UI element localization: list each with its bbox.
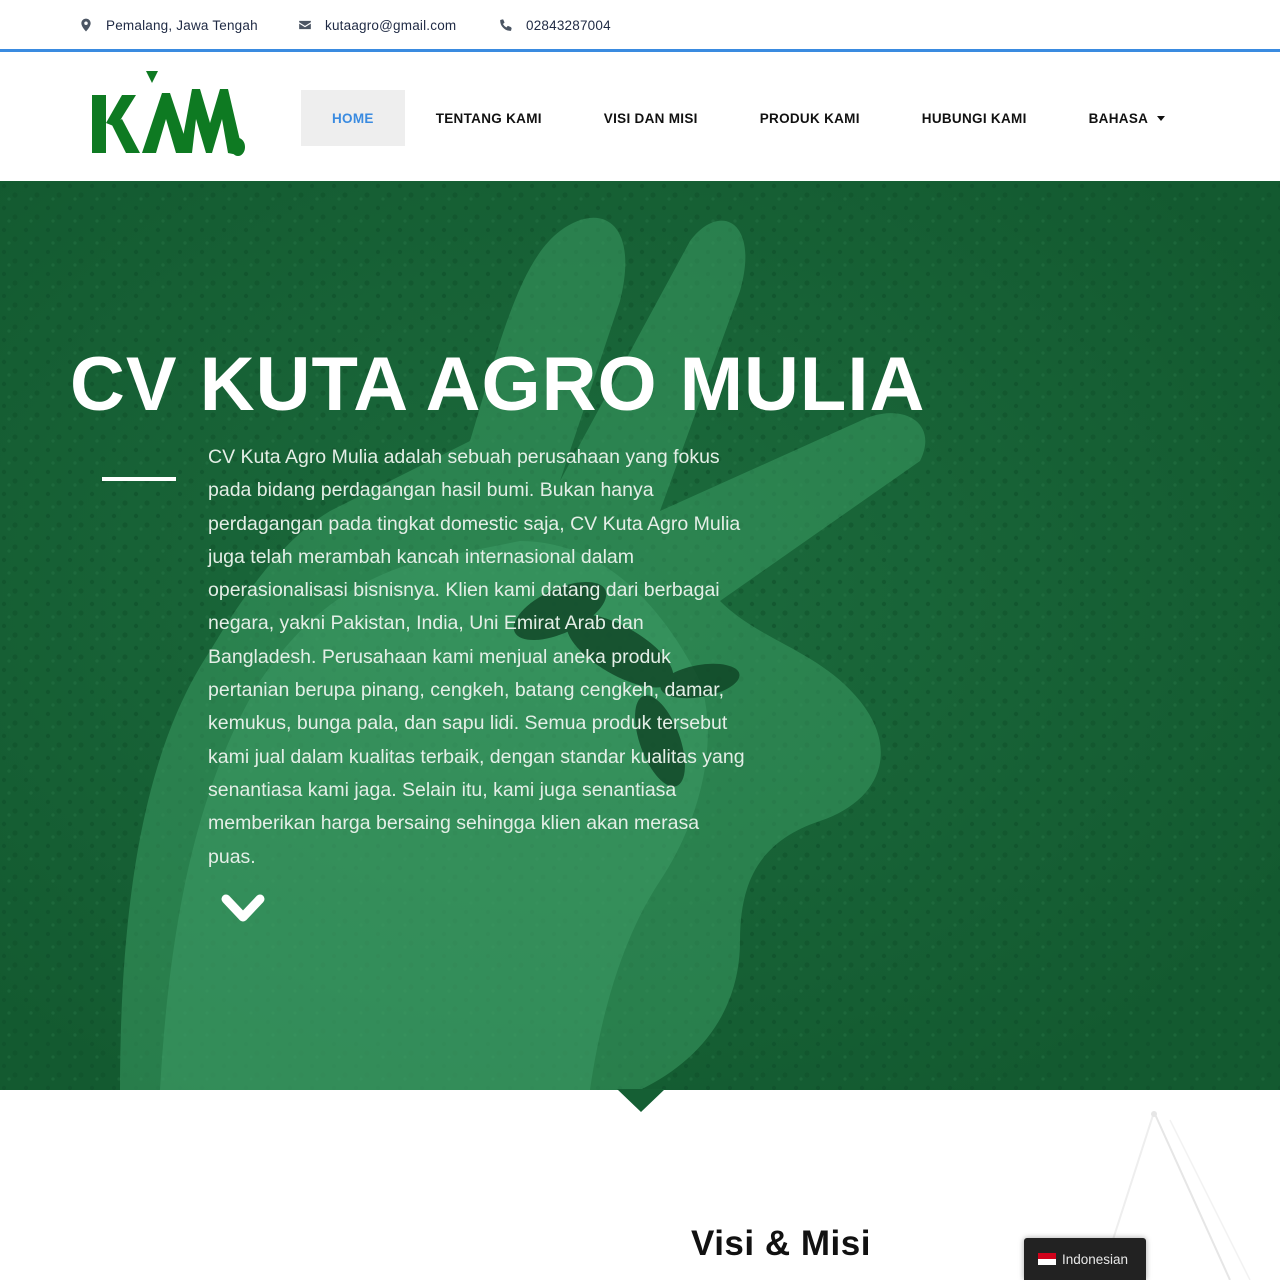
main-nav: HOME TENTANG KAMI VISI DAN MISI PRODUK K… bbox=[301, 90, 1196, 146]
hero-bottom-notch bbox=[617, 1089, 665, 1112]
language-label: Indonesian bbox=[1062, 1251, 1129, 1267]
phone-text[interactable]: 02843287004 bbox=[526, 18, 611, 33]
site-header: HOME TENTANG KAMI VISI DAN MISI PRODUK K… bbox=[0, 55, 1280, 181]
nav-visi-dan-misi[interactable]: VISI DAN MISI bbox=[573, 90, 729, 146]
nav-tentang-kami[interactable]: TENTANG KAMI bbox=[405, 90, 573, 146]
nav-home[interactable]: HOME bbox=[301, 90, 405, 146]
chevron-down-icon[interactable] bbox=[220, 893, 266, 927]
phone-info[interactable]: 02843287004 bbox=[498, 0, 611, 50]
section-title: Visi & Misi bbox=[691, 1224, 871, 1263]
company-logo[interactable] bbox=[88, 67, 248, 157]
map-marker-icon bbox=[78, 17, 94, 33]
hero-section: CV KUTA AGRO MULIA CV Kuta Agro Mulia ad… bbox=[0, 181, 1280, 1090]
nav-bahasa[interactable]: BAHASA bbox=[1058, 90, 1197, 146]
hero-title: CV KUTA AGRO MULIA bbox=[70, 342, 926, 427]
location-text: Pemalang, Jawa Tengah bbox=[106, 17, 258, 33]
location-info: Pemalang, Jawa Tengah bbox=[78, 0, 258, 50]
nav-produk-kami[interactable]: PRODUK KAMI bbox=[729, 90, 891, 146]
email-text[interactable]: kutaagro@gmail.com bbox=[325, 18, 456, 33]
hero-divider bbox=[102, 477, 176, 481]
phone-icon bbox=[498, 17, 514, 33]
envelope-icon bbox=[297, 17, 313, 33]
hero-description: CV Kuta Agro Mulia adalah sebuah perusah… bbox=[208, 446, 745, 868]
email-info[interactable]: kutaagro@gmail.com bbox=[297, 0, 456, 50]
nav-bahasa-label: BAHASA bbox=[1088, 110, 1149, 126]
indonesia-flag-icon bbox=[1038, 1253, 1056, 1265]
top-contact-bar: Pemalang, Jawa Tengah kutaagro@gmail.com… bbox=[0, 0, 1280, 52]
nav-hubungi-kami[interactable]: HUBUNGI KAMI bbox=[891, 90, 1058, 146]
caret-down-icon bbox=[1157, 115, 1166, 121]
language-switcher[interactable]: Indonesian bbox=[1024, 1238, 1146, 1280]
